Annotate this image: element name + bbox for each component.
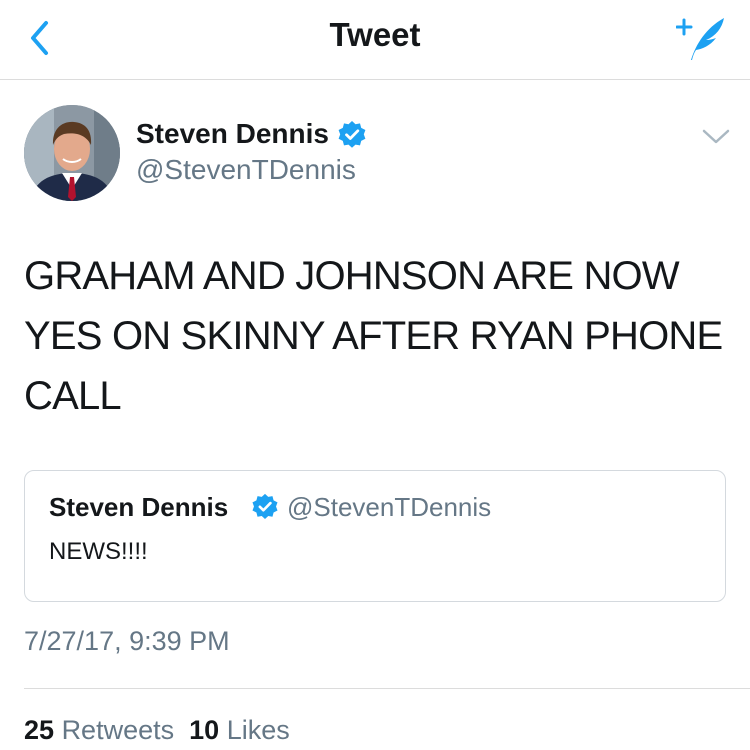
quoted-author-name: Steven Dennis xyxy=(49,492,229,522)
chevron-down-icon xyxy=(702,129,730,144)
quoted-tweet-text: NEWS!!!! xyxy=(49,538,148,565)
verified-badge-icon xyxy=(337,120,367,150)
tweet-timestamp: 7/27/17, 9:39 PM xyxy=(24,626,230,656)
page-title: Tweet xyxy=(329,16,421,53)
verified-badge-icon xyxy=(251,493,279,521)
retweets-stat[interactable]: 25 Retweets xyxy=(24,715,174,745)
author-name[interactable]: Steven Dennis xyxy=(136,118,329,150)
compose-tweet-icon xyxy=(675,18,724,60)
likes-stat[interactable]: 10 Likes xyxy=(189,715,290,745)
avatar[interactable] xyxy=(24,105,120,201)
likes-count: 10 xyxy=(189,715,220,745)
tweet-stats: 25 Retweets 10 Likes xyxy=(24,715,290,746)
top-nav-bar: Tweet xyxy=(0,0,750,80)
tweet-text: GRAHAM AND JOHNSON ARE NOW YES ON SKINNY… xyxy=(24,246,724,426)
divider xyxy=(24,688,750,689)
tweet-text-line: GRAHAM AND JOHNSON ARE NOW xyxy=(24,254,680,298)
author-handle[interactable]: @StevenTDennis xyxy=(136,154,356,186)
avatar-photo xyxy=(24,105,120,201)
compose-tweet-button[interactable] xyxy=(675,14,728,62)
tweet-text-line: YES ON SKINNY AFTER RYAN PHONE xyxy=(24,314,723,358)
likes-label: Likes xyxy=(226,715,290,745)
quoted-tweet-card[interactable]: Steven Dennis @StevenTDennis NEWS!!!! xyxy=(24,470,726,602)
retweets-count: 25 xyxy=(24,715,55,745)
quoted-author-handle: @StevenTDennis xyxy=(287,492,492,522)
retweets-label: Retweets xyxy=(61,715,175,745)
tweet-menu-button[interactable] xyxy=(700,126,732,148)
tweet-text-line: CALL xyxy=(24,374,122,418)
